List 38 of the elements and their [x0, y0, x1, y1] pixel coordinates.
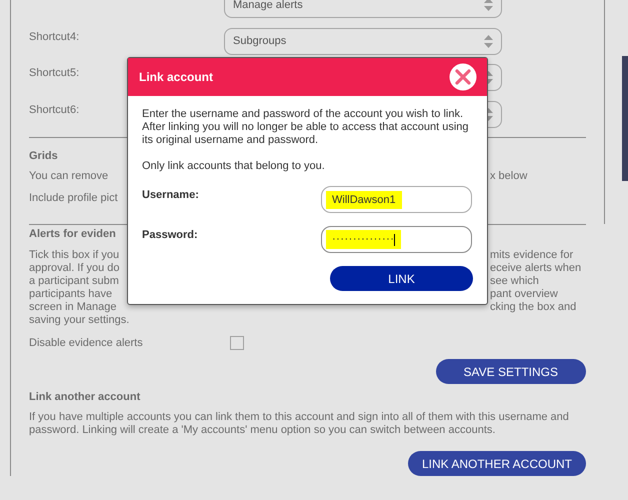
- body-text: x below: [490, 170, 528, 183]
- link-button[interactable]: LINK: [330, 266, 473, 291]
- up-down-arrows-icon: [484, 0, 493, 11]
- shortcut-label: Shortcut4:: [29, 30, 80, 42]
- body-text: Include profile pict: [29, 192, 118, 205]
- shortcut-label: Shortcut5:: [29, 66, 80, 79]
- shortcut-select[interactable]: Subgroups: [224, 28, 502, 54]
- body-text: Tick this box if you: [29, 249, 120, 262]
- body-text: participants have: [29, 288, 112, 301]
- body-text: screen in Manage: [29, 301, 116, 314]
- body-text: pant overview: [490, 288, 558, 301]
- body-text: see which: [490, 275, 539, 288]
- save-settings-button[interactable]: SAVE SETTINGS: [436, 359, 586, 384]
- up-down-arrows-icon: [484, 34, 493, 48]
- close-icon[interactable]: [449, 63, 477, 91]
- body-text: cking the box and: [490, 301, 576, 314]
- checkbox[interactable]: [230, 336, 244, 350]
- body-text: You can remove: [29, 170, 108, 183]
- section-heading: Grids: [29, 150, 58, 162]
- field-label: Username:: [142, 188, 199, 201]
- body-text: a participant subm: [29, 275, 119, 288]
- checkbox-label: Disable evidence alerts: [29, 337, 144, 349]
- body-text: mits evidence for: [490, 249, 574, 262]
- dialog-title: Link account: [139, 70, 214, 84]
- shortcut-label: Shortcut6:: [29, 102, 80, 116]
- password-field[interactable]: ···············: [321, 226, 472, 253]
- dialog-text: Enter the username and password of the account you wish to link. After linking you will no longer be able to access that account using its original username and password.: [142, 108, 470, 147]
- dialog-text: Only link accounts that belong to you.: [142, 160, 326, 173]
- body-text: eceive alerts when: [490, 262, 582, 275]
- section-heading: Alerts for eviden: [29, 228, 116, 240]
- field-label: Password:: [142, 228, 198, 241]
- section-heading: Link another account: [29, 391, 140, 403]
- scrollbar-thumb[interactable]: [622, 56, 628, 181]
- link-another-account-button[interactable]: LINK ANOTHER ACCOUNT: [408, 451, 586, 476]
- body-text: If you have multiple accounts you can link them to this account and sign into all of them with this username and password. Linking will create a 'My accounts' menu option so you can switch between accounts.: [29, 411, 570, 437]
- body-text: saving your settings.: [29, 314, 130, 327]
- username-field[interactable]: WillDawson1: [321, 186, 472, 213]
- body-text: approval. If you do: [29, 262, 120, 275]
